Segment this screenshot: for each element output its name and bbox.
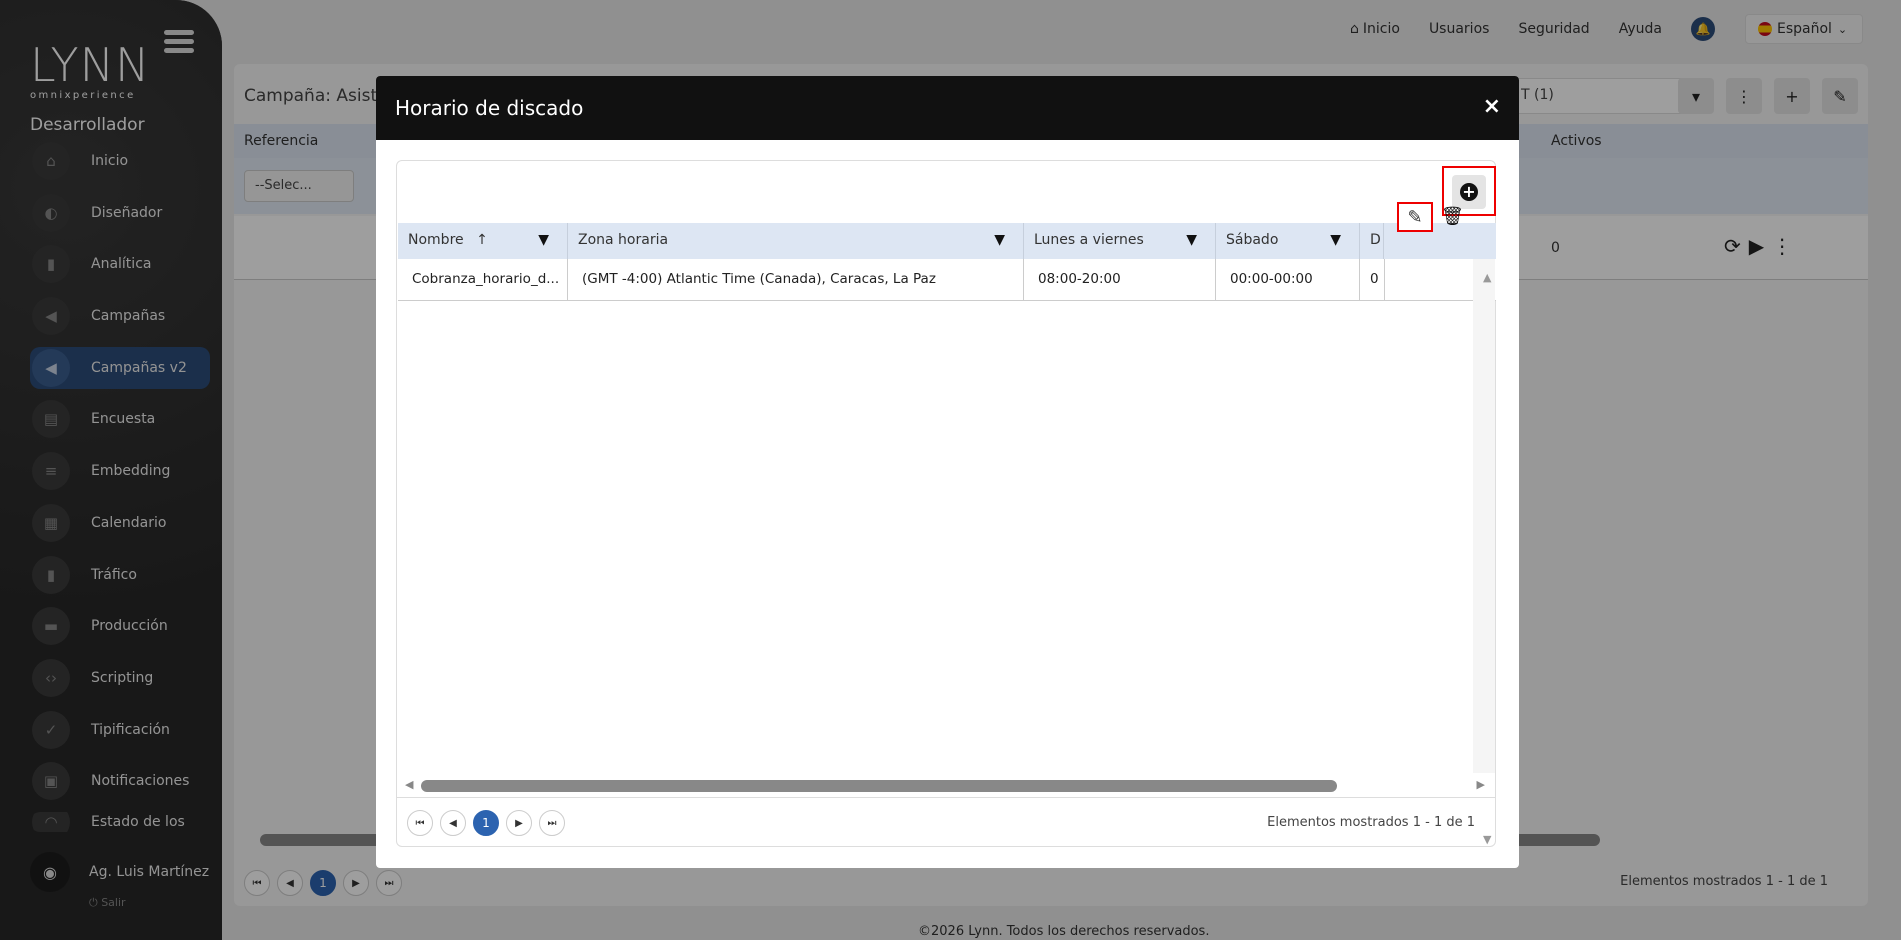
cell-nombre: Cobranza_horario_d... <box>398 259 568 301</box>
add-schedule-button[interactable]: + <box>1452 175 1486 209</box>
filter-icon[interactable]: ▼ <box>994 232 1005 248</box>
scroll-up-icon[interactable]: ▲ <box>1483 271 1491 284</box>
plus-circle-icon: + <box>1460 183 1478 201</box>
schedule-panel: + Nombre ↑ ▼ Zona horaria ▼ Lunes a vierne… <box>396 160 1496 847</box>
col-zona-horaria[interactable]: Zona horaria ▼ <box>568 223 1024 259</box>
modal-pagination: ⏮ ◀ 1 ▶ ⏭ <box>407 810 572 836</box>
horario-modal: Horario de discado × + Nombre ↑ ▼ Zona ho… <box>376 76 1519 868</box>
filter-icon[interactable]: ▼ <box>538 232 549 248</box>
col-lunes-viernes[interactable]: Lunes a viernes ▼ <box>1024 223 1216 259</box>
last-page-button[interactable]: ⏭ <box>539 810 565 836</box>
close-icon[interactable]: × <box>1483 94 1501 119</box>
record-count: Elementos mostrados 1 - 1 de 1 <box>1267 815 1475 830</box>
modal-header: Horario de discado × <box>376 76 1519 140</box>
modal-title: Horario de discado <box>395 96 584 120</box>
prev-page-button[interactable]: ◀ <box>440 810 466 836</box>
col-lunes-label: Lunes a viernes <box>1034 232 1144 248</box>
edit-button[interactable]: ✎ <box>1397 202 1433 232</box>
col-zona-label: Zona horaria <box>578 232 669 248</box>
col-nombre-label: Nombre <box>408 232 464 248</box>
schedule-grid: Nombre ↑ ▼ Zona horaria ▼ Lunes a viernes ▼… <box>398 223 1496 773</box>
cell-zona: (GMT -4:00) Atlantic Time (Canada), Cara… <box>568 259 1024 301</box>
sort-up-icon: ↑ <box>476 232 488 248</box>
table-row[interactable]: Cobranza_horario_d... (GMT -4:00) Atlant… <box>398 259 1496 301</box>
filter-icon[interactable]: ▼ <box>1186 232 1197 248</box>
hscroll-thumb[interactable] <box>421 780 1337 792</box>
grid-header: Nombre ↑ ▼ Zona horaria ▼ Lunes a viernes ▼… <box>398 223 1496 259</box>
col-sabado-label: Sábado <box>1226 232 1279 248</box>
col-domingo[interactable]: D <box>1360 223 1384 259</box>
modal-pagination-bar: ⏮ ◀ 1 ▶ ⏭ Elementos mostrados 1 - 1 de 1 <box>397 797 1495 847</box>
cell-domingo: 0 <box>1360 259 1385 301</box>
cell-sabado: 00:00-00:00 <box>1216 259 1360 301</box>
page-button[interactable]: 1 <box>473 810 499 836</box>
cell-lunes: 08:00-20:00 <box>1024 259 1216 301</box>
pencil-icon: ✎ <box>1407 206 1423 228</box>
next-page-button[interactable]: ▶ <box>506 810 532 836</box>
scroll-left-icon[interactable]: ◀ <box>405 778 413 791</box>
delete-icon[interactable]: 🗑 <box>1441 206 1464 227</box>
filter-icon[interactable]: ▼ <box>1330 232 1341 248</box>
first-page-button[interactable]: ⏮ <box>407 810 433 836</box>
col-nombre[interactable]: Nombre ↑ ▼ <box>398 223 568 259</box>
grid-vscrollbar[interactable] <box>1473 259 1495 773</box>
scroll-right-icon[interactable]: ▶ <box>1477 778 1485 791</box>
grid-hscrollbar[interactable]: ◀ ▶ <box>405 778 1485 793</box>
col-sabado[interactable]: Sábado ▼ <box>1216 223 1360 259</box>
col-domingo-label: D <box>1370 232 1381 248</box>
